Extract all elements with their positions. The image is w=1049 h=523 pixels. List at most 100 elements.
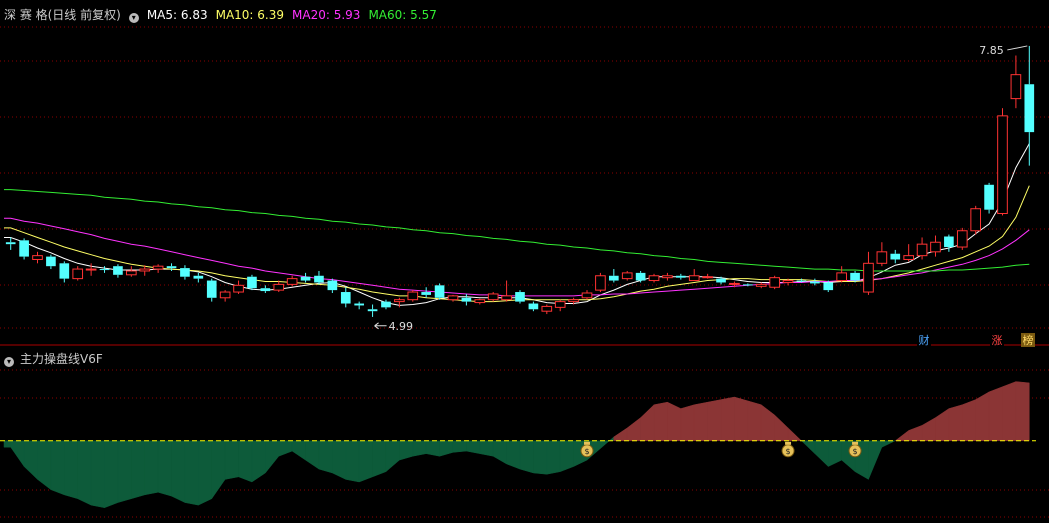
candle-body xyxy=(823,282,834,291)
indicator-area-segment xyxy=(144,440,159,496)
indicator-area-segment xyxy=(1015,381,1030,442)
candle-body xyxy=(501,295,512,301)
candle xyxy=(515,290,525,304)
candle xyxy=(863,251,874,295)
indicator-area-segment xyxy=(948,404,963,442)
candle xyxy=(247,274,257,291)
indicator-area-segment xyxy=(962,399,976,442)
indicator-area-segment xyxy=(559,440,574,473)
marker-cai: 财 xyxy=(917,333,931,347)
candle-body xyxy=(581,292,593,299)
candle-body xyxy=(782,280,794,283)
candle xyxy=(273,280,285,293)
candle-body xyxy=(608,275,619,281)
candle-body xyxy=(850,272,860,281)
candle-body xyxy=(528,303,539,310)
chart-root: 深 赛 格(日线 前复权) ▾ MA5: 6.83 MA10: 6.39 MA20: 5… xyxy=(0,0,1049,523)
candle-body xyxy=(72,268,84,280)
candle-body xyxy=(85,268,97,271)
candle xyxy=(930,235,941,257)
candle-body xyxy=(314,275,324,283)
candle-body xyxy=(944,236,954,248)
indicator-area-segment xyxy=(90,440,105,509)
indicator-area-segment xyxy=(828,440,842,467)
ma-line-ma60 xyxy=(4,189,1030,272)
indicator-area-segment xyxy=(305,440,320,470)
candle-body xyxy=(367,309,378,312)
candle-body xyxy=(5,242,16,245)
candle-body xyxy=(863,262,874,293)
indicator-area-segment xyxy=(157,440,172,497)
candle xyxy=(688,269,700,282)
candle-body xyxy=(180,268,190,277)
indicator-area-segment xyxy=(291,440,306,461)
candle-body xyxy=(113,266,123,275)
indicator-area-segment xyxy=(104,440,119,509)
candle xyxy=(621,270,633,281)
candle-body xyxy=(125,270,137,276)
money-bag-neck xyxy=(785,441,792,445)
ma-line-ma10 xyxy=(4,185,1030,303)
indicator-area-segment xyxy=(600,436,615,450)
indicator-area-segment xyxy=(64,440,78,500)
indicator-area-segment xyxy=(224,440,239,480)
indicator-area-segment xyxy=(117,440,132,503)
indicator-area-segment xyxy=(265,440,280,474)
indicator-area-segment xyxy=(10,440,25,468)
candle-body xyxy=(621,272,633,280)
indicator-area-segment xyxy=(868,440,883,480)
candle xyxy=(206,278,217,302)
indicator-area-segment xyxy=(251,440,266,483)
candle-body xyxy=(206,280,217,298)
candle-body xyxy=(796,280,807,282)
candle-body xyxy=(1010,74,1022,100)
candle-body xyxy=(876,251,888,264)
candle xyxy=(300,272,311,283)
indicator-area-segment xyxy=(626,417,641,442)
candle-body xyxy=(648,275,660,282)
indicator-area-segment xyxy=(171,440,186,503)
indicator-area-segment xyxy=(921,417,936,442)
indicator-area-segment xyxy=(1002,381,1017,442)
candle-body xyxy=(595,275,606,291)
marker-zhang: 涨 xyxy=(990,333,1004,347)
indicator-area-segment xyxy=(50,440,65,496)
candle-body xyxy=(139,268,151,272)
indicator-area-segment xyxy=(988,386,1003,442)
candle xyxy=(903,244,915,262)
indicator-area-segment xyxy=(894,429,909,442)
candle xyxy=(461,293,472,306)
money-bag-symbol: $ xyxy=(584,447,589,456)
indicator-area-segment xyxy=(345,440,360,483)
candle xyxy=(836,266,847,283)
indicator-area-segment xyxy=(533,440,548,475)
marker-cai-text: 财 xyxy=(919,333,930,347)
candle xyxy=(970,205,982,235)
candle xyxy=(608,269,619,283)
indicator-area-segment xyxy=(720,396,735,442)
marker-bang-text: 榜 xyxy=(1023,333,1034,347)
indicator-area-segment xyxy=(680,404,695,442)
candle xyxy=(32,251,43,264)
candle-body xyxy=(46,256,56,267)
candle-body xyxy=(554,301,566,308)
candle-body xyxy=(327,280,338,291)
indicator-area-segment xyxy=(37,440,52,491)
indicator-area-segment xyxy=(653,401,668,442)
ma-line-ma20 xyxy=(4,217,1030,297)
candle xyxy=(1010,55,1022,109)
indicator-area-segment xyxy=(372,440,387,478)
candle-body xyxy=(219,291,231,299)
indicator-area-segment xyxy=(747,400,762,442)
candle xyxy=(487,292,499,302)
indicator-area-segment xyxy=(908,424,923,442)
indicator-area-segment xyxy=(452,440,467,453)
candle-body xyxy=(635,272,646,281)
indicator-area-segment xyxy=(479,440,494,457)
candle xyxy=(474,298,486,305)
candle xyxy=(956,227,968,250)
candle xyxy=(421,287,432,298)
candle-body xyxy=(836,272,847,282)
candle xyxy=(340,287,351,308)
candle-body xyxy=(233,284,244,293)
